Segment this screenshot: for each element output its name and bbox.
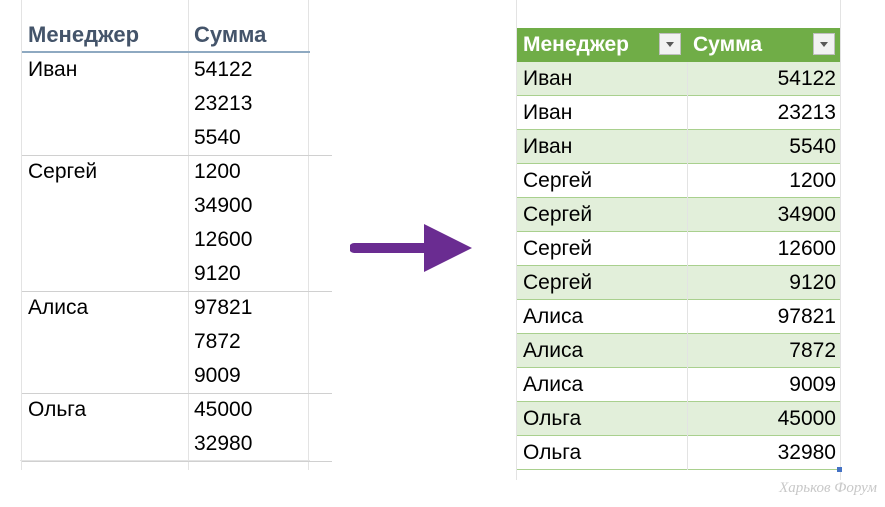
table-row: Сергей 34900 — [517, 198, 840, 232]
cell-sum[interactable]: 9009 — [789, 368, 836, 402]
header-manager[interactable]: Менеджер — [28, 17, 139, 51]
cell-sum[interactable]: 7872 — [789, 334, 836, 368]
cell-manager[interactable]: Иван — [28, 53, 77, 87]
cell-manager[interactable]: Алиса — [523, 334, 583, 368]
cell-manager[interactable]: Алиса — [523, 300, 583, 334]
cell-sum[interactable]: 9009 — [194, 359, 252, 393]
table-row: Алиса 7872 — [517, 334, 840, 368]
cell-manager[interactable]: Ольга — [523, 436, 581, 470]
cell-sum[interactable]: 7872 — [194, 325, 252, 359]
cell-manager[interactable]: Иван — [523, 130, 572, 164]
gridline — [840, 0, 841, 480]
filter-dropdown-icon[interactable] — [659, 33, 681, 55]
cell-sum[interactable]: 1200 — [194, 155, 252, 189]
table-header-row: Менеджер Сумма — [517, 28, 840, 62]
cell-sum[interactable]: 54122 — [778, 62, 836, 96]
source-table: Менеджер Сумма Иван 54122 23213 5540 Сергей 1… — [22, 17, 332, 467]
result-table: Менеджер Сумма Иван 54122 Иван 23213 Иван 554… — [517, 28, 842, 472]
table-row: Сергей 1200 — [517, 164, 840, 198]
cell-manager[interactable]: Алиса — [28, 291, 88, 325]
cell-sum[interactable]: 97821 — [778, 300, 836, 334]
cell-manager[interactable]: Сергей — [523, 198, 592, 232]
cell-sum[interactable]: 97821 — [194, 291, 252, 325]
cell-manager[interactable]: Сергей — [523, 232, 592, 266]
cell-manager[interactable]: Сергей — [28, 155, 97, 189]
header-sum[interactable]: Сумма — [693, 28, 762, 62]
cell-sum[interactable]: 9120 — [789, 266, 836, 300]
table-resize-handle[interactable] — [837, 467, 842, 472]
group-block: Алиса 97821 7872 9009 — [22, 291, 332, 393]
cell-sum[interactable]: 34900 — [778, 198, 836, 232]
cell-sum[interactable]: 23213 — [194, 87, 252, 121]
table-row: Ольга 32980 — [517, 436, 840, 470]
table-row: Ольга 45000 — [517, 402, 840, 436]
header-manager[interactable]: Менеджер — [523, 28, 629, 62]
table-row: Алиса 97821 — [517, 300, 840, 334]
cell-sum[interactable]: 12600 — [194, 223, 252, 257]
cell-sum[interactable]: 23213 — [778, 96, 836, 130]
cell-manager[interactable]: Ольга — [28, 393, 86, 427]
group-block: Иван 54122 23213 5540 — [22, 53, 332, 155]
cell-manager[interactable]: Иван — [523, 96, 572, 130]
cell-manager[interactable]: Сергей — [523, 266, 592, 300]
cell-sum[interactable]: 32980 — [778, 436, 836, 470]
table-row: Алиса 9009 — [517, 368, 840, 402]
cell-sum[interactable]: 32980 — [194, 427, 252, 461]
column-divider — [687, 62, 688, 470]
cell-sum[interactable]: 45000 — [194, 393, 252, 427]
header-sum[interactable]: Сумма — [194, 17, 266, 51]
cell-sum[interactable]: 5540 — [194, 121, 252, 155]
table-row: Иван 54122 — [517, 62, 840, 96]
table-row: Иван 5540 — [517, 130, 840, 164]
cell-sum[interactable]: 12600 — [778, 232, 836, 266]
group-block: Ольга 45000 32980 — [22, 393, 332, 461]
cell-sum[interactable]: 1200 — [789, 164, 836, 198]
group-block: Сергей 1200 34900 12600 9120 — [22, 155, 332, 291]
cell-manager[interactable]: Ольга — [523, 402, 581, 436]
cell-sum[interactable]: 34900 — [194, 189, 252, 223]
cell-manager[interactable]: Сергей — [523, 164, 592, 198]
table-row: Иван 23213 — [517, 96, 840, 130]
filter-dropdown-icon[interactable] — [813, 33, 835, 55]
cell-sum[interactable]: 5540 — [789, 130, 836, 164]
right-arrow-icon — [350, 224, 472, 272]
cell-sum[interactable]: 54122 — [194, 53, 252, 87]
group-separator — [22, 461, 332, 462]
cell-sum[interactable]: 9120 — [194, 257, 252, 291]
table-row: Сергей 9120 — [517, 266, 840, 300]
cell-manager[interactable]: Алиса — [523, 368, 583, 402]
table-row: Сергей 12600 — [517, 232, 840, 266]
watermark: Харьков Форум — [779, 480, 877, 496]
cell-manager[interactable]: Иван — [523, 62, 572, 96]
cell-sum[interactable]: 45000 — [778, 402, 836, 436]
